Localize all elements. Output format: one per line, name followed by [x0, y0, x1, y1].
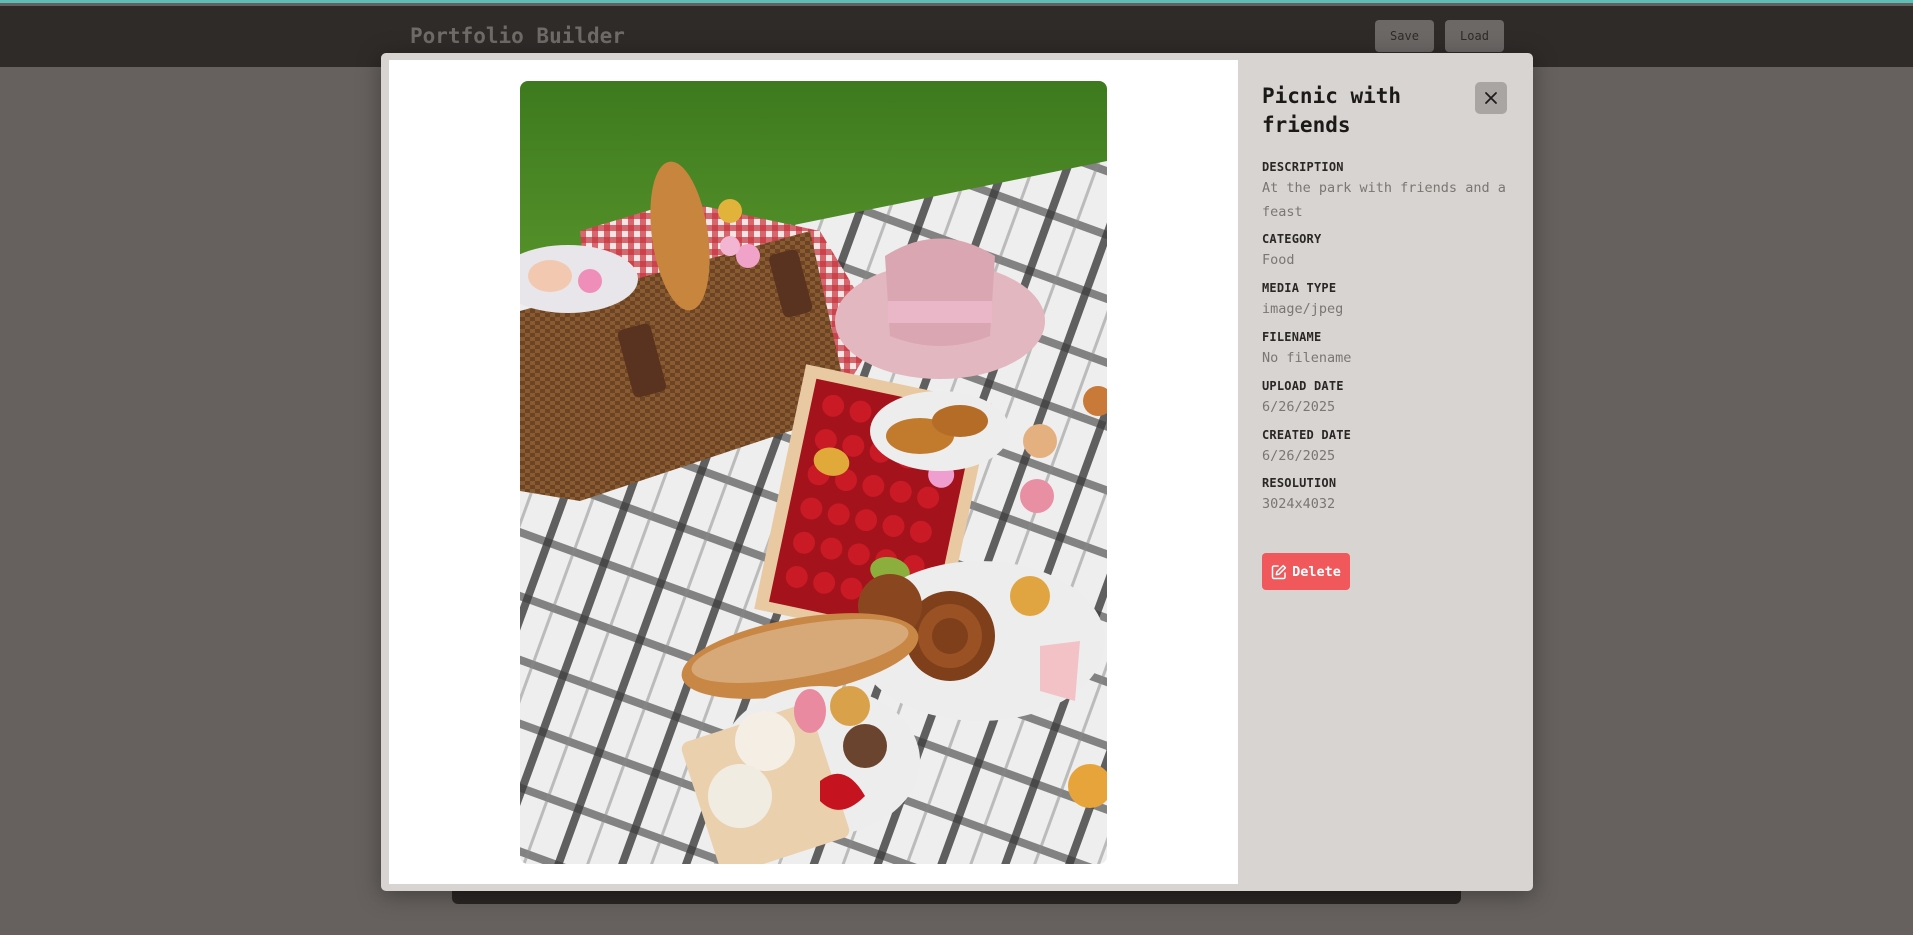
field-value-created-date: 6/26/2025 — [1262, 448, 1336, 464]
field-value-filename: No filename — [1262, 350, 1352, 366]
media-info-panel: Picnic with friends DESCRIPTION At the p… — [1238, 60, 1525, 884]
media-detail-modal: Picnic with friends DESCRIPTION At the p… — [381, 53, 1533, 891]
app-title: Portfolio Builder — [410, 24, 625, 48]
load-button[interactable]: Load — [1445, 20, 1504, 52]
field-media-type: MEDIA TYPE image/jpeg — [1262, 280, 1517, 321]
field-filename: FILENAME No filename — [1262, 329, 1517, 370]
media-title: Picnic with friends — [1262, 84, 1402, 137]
field-label-resolution: RESOLUTION — [1262, 476, 1337, 490]
field-label-category: CATEGORY — [1262, 232, 1322, 246]
field-value-upload-date: 6/26/2025 — [1262, 399, 1336, 415]
delete-button[interactable]: Delete — [1262, 553, 1350, 590]
media-image — [520, 81, 1107, 864]
field-upload-date: UPLOAD DATE 6/26/2025 — [1262, 378, 1517, 419]
field-category: CATEGORY Food — [1262, 231, 1517, 272]
field-description: DESCRIPTION At the park with friends and… — [1262, 159, 1517, 224]
field-value-description: At the park with friends and a feast — [1262, 180, 1506, 220]
close-icon — [1485, 92, 1497, 104]
picnic-photo-illustration — [520, 81, 1107, 864]
field-label-upload-date: UPLOAD DATE — [1262, 379, 1344, 393]
field-label-created-date: CREATED DATE — [1262, 428, 1352, 442]
edit-icon — [1271, 564, 1287, 579]
save-button[interactable]: Save — [1375, 20, 1434, 52]
close-button[interactable] — [1475, 82, 1507, 114]
field-resolution: RESOLUTION 3024x4032 — [1262, 475, 1517, 516]
field-label-media-type: MEDIA TYPE — [1262, 281, 1337, 295]
field-created-date: CREATED DATE 6/26/2025 — [1262, 427, 1517, 468]
field-label-description: DESCRIPTION — [1262, 160, 1344, 174]
field-value-media-type: image/jpeg — [1262, 301, 1344, 317]
image-preview-pane — [389, 60, 1238, 884]
delete-button-label: Delete — [1292, 563, 1341, 580]
field-label-filename: FILENAME — [1262, 330, 1322, 344]
field-value-resolution: 3024x4032 — [1262, 496, 1336, 512]
field-value-category: Food — [1262, 252, 1295, 268]
